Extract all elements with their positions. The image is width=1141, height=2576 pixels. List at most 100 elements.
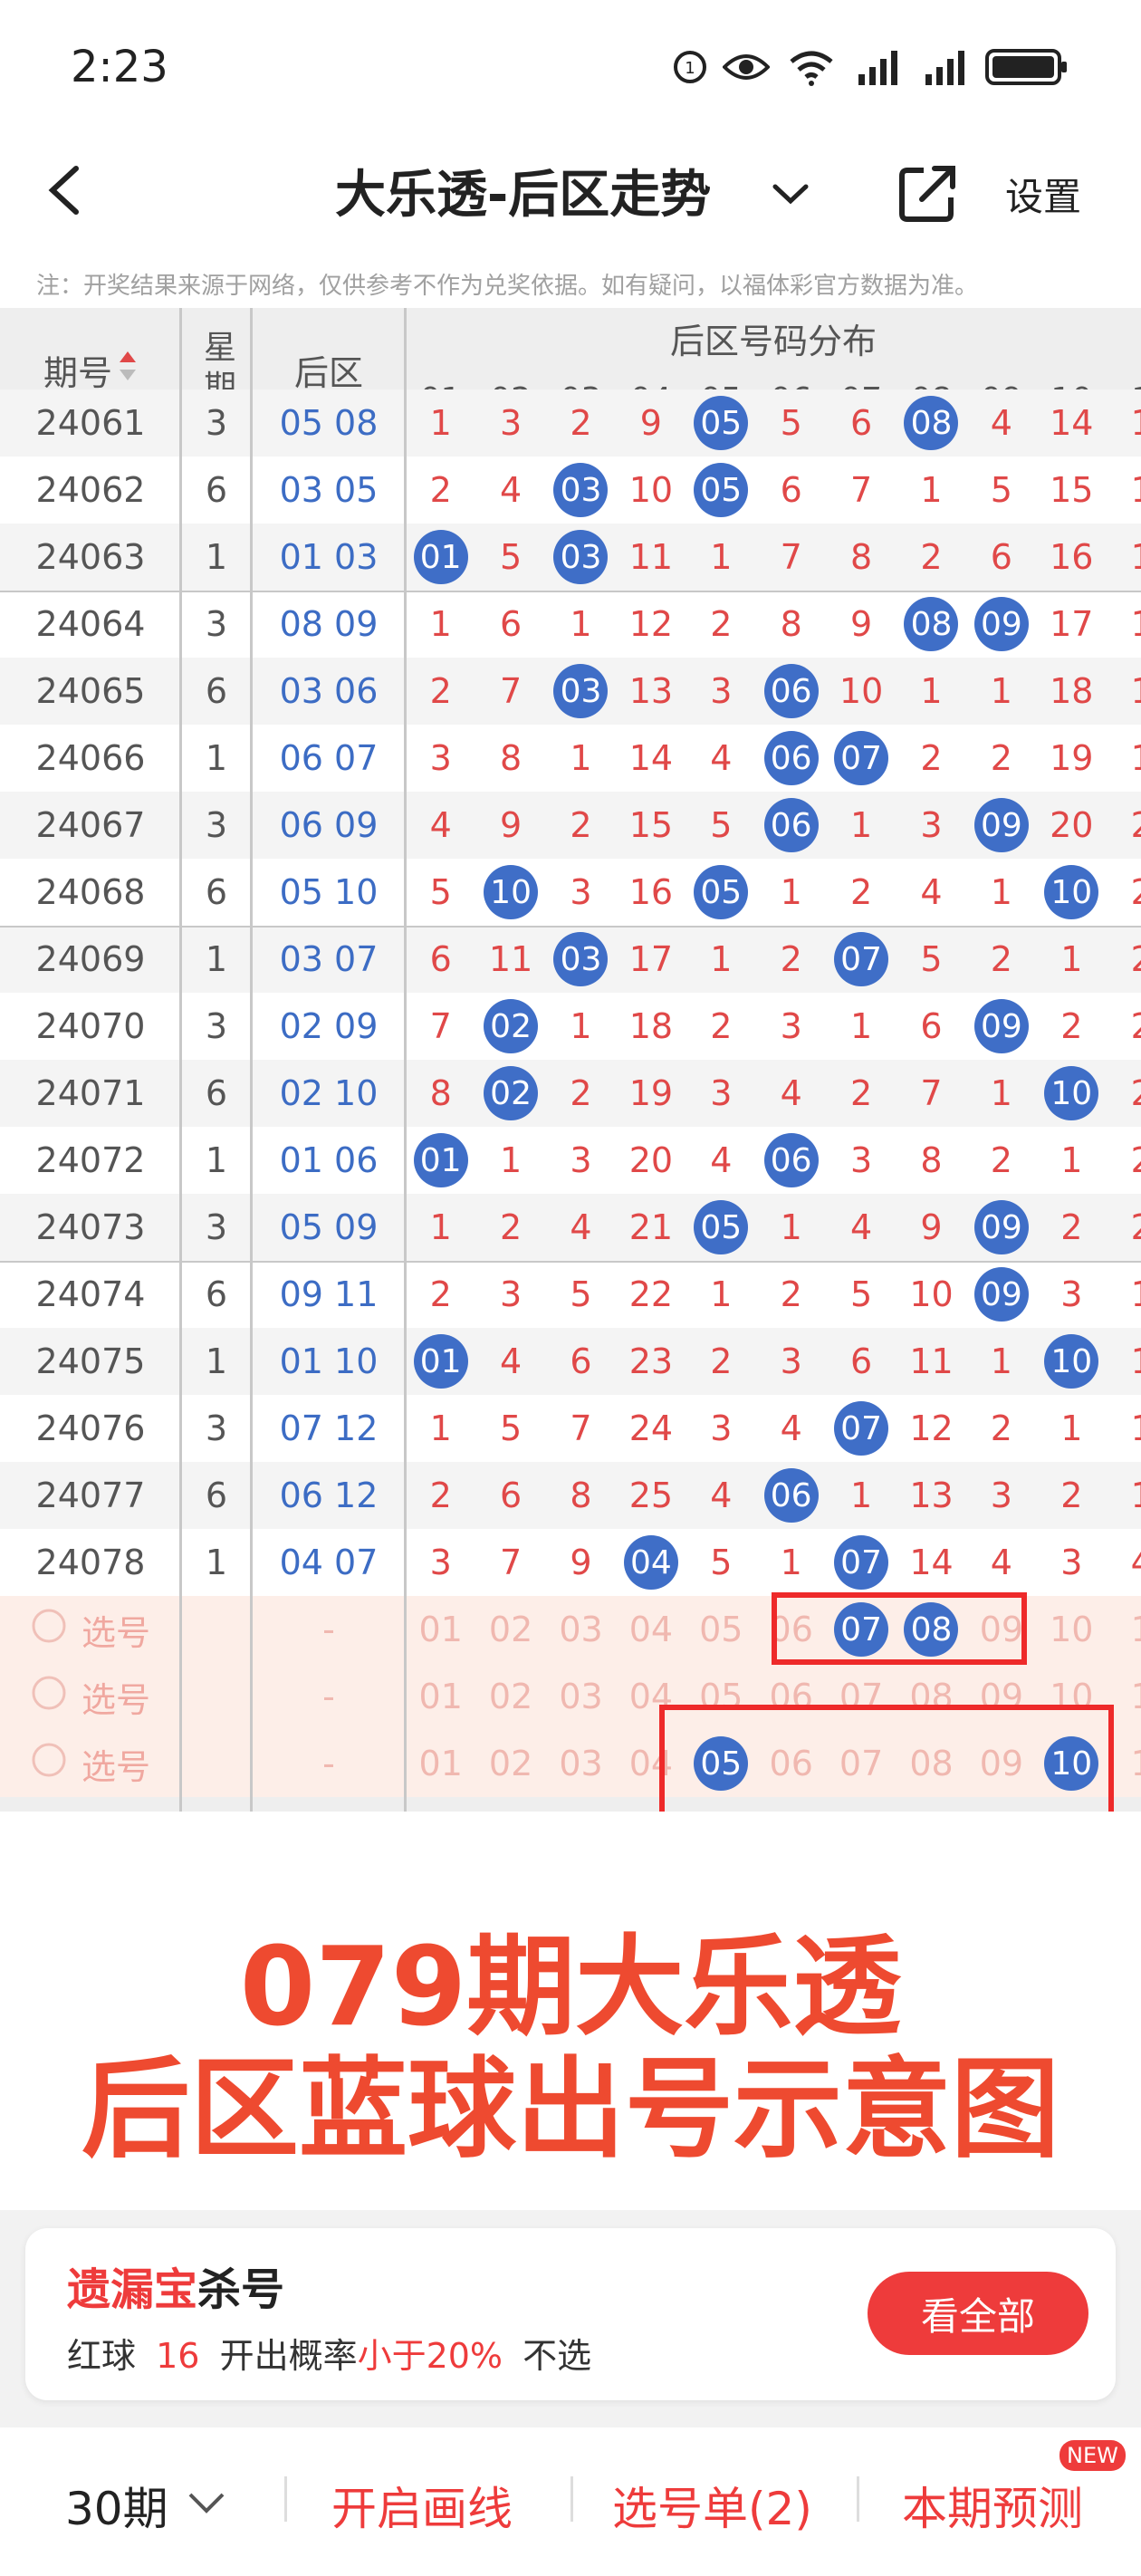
sort-icon[interactable]: [118, 350, 138, 390]
number-cell: 1: [406, 591, 476, 658]
number-cell: 1: [756, 1194, 827, 1261]
number-cell: 9: [616, 389, 686, 457]
drawn-ball: 01: [413, 1334, 468, 1389]
number-cell: 3: [475, 1261, 546, 1328]
back-cell: 02 10: [252, 1060, 406, 1127]
number-cell: 2: [406, 1462, 476, 1529]
radio-circle-icon[interactable]: [31, 1675, 67, 1719]
pick-number[interactable]: 10: [1036, 1596, 1107, 1663]
number-cell: 1: [406, 389, 476, 457]
drawn-ball: 09: [973, 597, 1029, 651]
number-cell: 14: [896, 1529, 967, 1596]
grid-line: [179, 308, 182, 1812]
pick-number[interactable]: 04: [616, 1596, 686, 1663]
data-saver-icon: 1: [670, 47, 710, 87]
pick-number[interactable]: 01: [406, 1663, 476, 1730]
pick-number[interactable]: 02: [475, 1663, 546, 1730]
pick-number[interactable]: 01: [406, 1730, 476, 1797]
drawn-ball: 06: [763, 664, 819, 718]
page-title[interactable]: 大乐透-后区走势: [335, 154, 711, 227]
weekday-cell: 3: [181, 591, 252, 658]
pick-number[interactable]: 02: [475, 1730, 546, 1797]
drawn-ball: 10: [1044, 865, 1099, 919]
pick-row-label[interactable]: 选号: [0, 1730, 181, 1797]
weekday-cell: 6: [181, 859, 252, 926]
grid-line: [250, 308, 253, 1812]
pick-number[interactable]: 05: [686, 1596, 756, 1663]
back-cell: 05 10: [252, 859, 406, 926]
number-cell: 9: [545, 1529, 617, 1596]
number-cell: 8: [756, 591, 827, 658]
drawn-ball: 07: [834, 1535, 889, 1590]
pick-row-label[interactable]: 选号: [0, 1596, 181, 1663]
pick-list-button[interactable]: 选号单(2): [612, 2473, 812, 2538]
number-cell: 2: [686, 591, 756, 658]
number-cell: 3: [545, 859, 617, 926]
pick-number[interactable]: 1: [1107, 1596, 1141, 1663]
number-cell: 1: [1107, 725, 1141, 792]
issue-cell: 24063: [0, 524, 181, 591]
number-cell: 1: [545, 725, 617, 792]
number-cell: 06: [756, 1127, 827, 1194]
radio-circle-icon[interactable]: [31, 1608, 67, 1652]
predict-button[interactable]: 本期预测: [902, 2473, 1083, 2538]
chevron-down-icon[interactable]: [187, 2484, 226, 2523]
pick-number[interactable]: 03: [545, 1663, 617, 1730]
overlay-line-2: 后区蓝球出号示意图: [82, 2047, 1060, 2173]
number-cell: 6: [756, 457, 827, 524]
pick-number[interactable]: 02: [475, 1596, 546, 1663]
number-cell: 07: [826, 1529, 896, 1596]
back-cell: 05 08: [252, 389, 406, 457]
drawn-ball: 03: [553, 463, 609, 517]
draw-line-button[interactable]: 开启画线: [331, 2473, 513, 2538]
footer-header-back-zone: 后区: [252, 1797, 406, 1812]
number-cell: 8: [826, 524, 896, 591]
pick-number[interactable]: 01: [406, 1596, 476, 1663]
pick-number[interactable]: 03: [545, 1596, 617, 1663]
number-cell: 2: [1036, 993, 1107, 1060]
issue-cell: 24076: [0, 1395, 181, 1462]
pick-row-label[interactable]: 选号: [0, 1663, 181, 1730]
number-cell: 04: [616, 1529, 686, 1596]
number-cell: 4: [686, 1462, 756, 1529]
drawn-ball: 10: [1044, 1066, 1099, 1120]
number-cell: 2: [1036, 1462, 1107, 1529]
back-cell: 06 07: [252, 725, 406, 792]
chevron-down-icon[interactable]: [770, 172, 811, 217]
radio-circle-icon[interactable]: [31, 1742, 67, 1786]
annotation-box: [772, 1592, 1027, 1665]
pick-label: 选号: [81, 1746, 150, 1787]
number-cell: 7: [406, 993, 476, 1060]
back-cell: 06 09: [252, 792, 406, 859]
number-cell: 07: [826, 1395, 896, 1462]
number-cell: 1: [1107, 389, 1141, 457]
number-cell: 2: [896, 524, 967, 591]
divider: [857, 2476, 859, 2522]
back-cell: 09 11: [252, 1261, 406, 1328]
number-cell: 1: [1036, 926, 1107, 993]
number-cell: 6: [475, 591, 546, 658]
number-cell: 1: [966, 1060, 1037, 1127]
period-select[interactable]: 30期: [65, 2473, 168, 2538]
drawn-ball: 05: [694, 396, 749, 450]
number-cell: 6: [896, 993, 967, 1060]
number-cell: 4: [966, 1529, 1037, 1596]
view-all-button[interactable]: 看全部: [868, 2272, 1088, 2355]
back-button[interactable]: [36, 154, 91, 226]
settings-button[interactable]: 设置: [1005, 167, 1081, 222]
number-cell: 5: [475, 524, 546, 591]
pick-number[interactable]: 03: [545, 1730, 617, 1797]
issue-cell: 24070: [0, 993, 181, 1060]
issue-cell: 24071: [0, 1060, 181, 1127]
share-button[interactable]: [896, 161, 960, 225]
pick-label: 选号: [81, 1679, 150, 1720]
number-cell: 3: [1036, 1261, 1107, 1328]
issue-cell: 24073: [0, 1194, 181, 1261]
number-cell: 5: [896, 926, 967, 993]
number-cell: 10: [826, 658, 896, 725]
weekday-cell: 3: [181, 993, 252, 1060]
drawn-ball: 08: [904, 396, 959, 450]
number-cell: 15: [1036, 457, 1107, 524]
number-cell: 2: [1107, 1127, 1141, 1194]
number-cell: 05: [686, 1194, 756, 1261]
